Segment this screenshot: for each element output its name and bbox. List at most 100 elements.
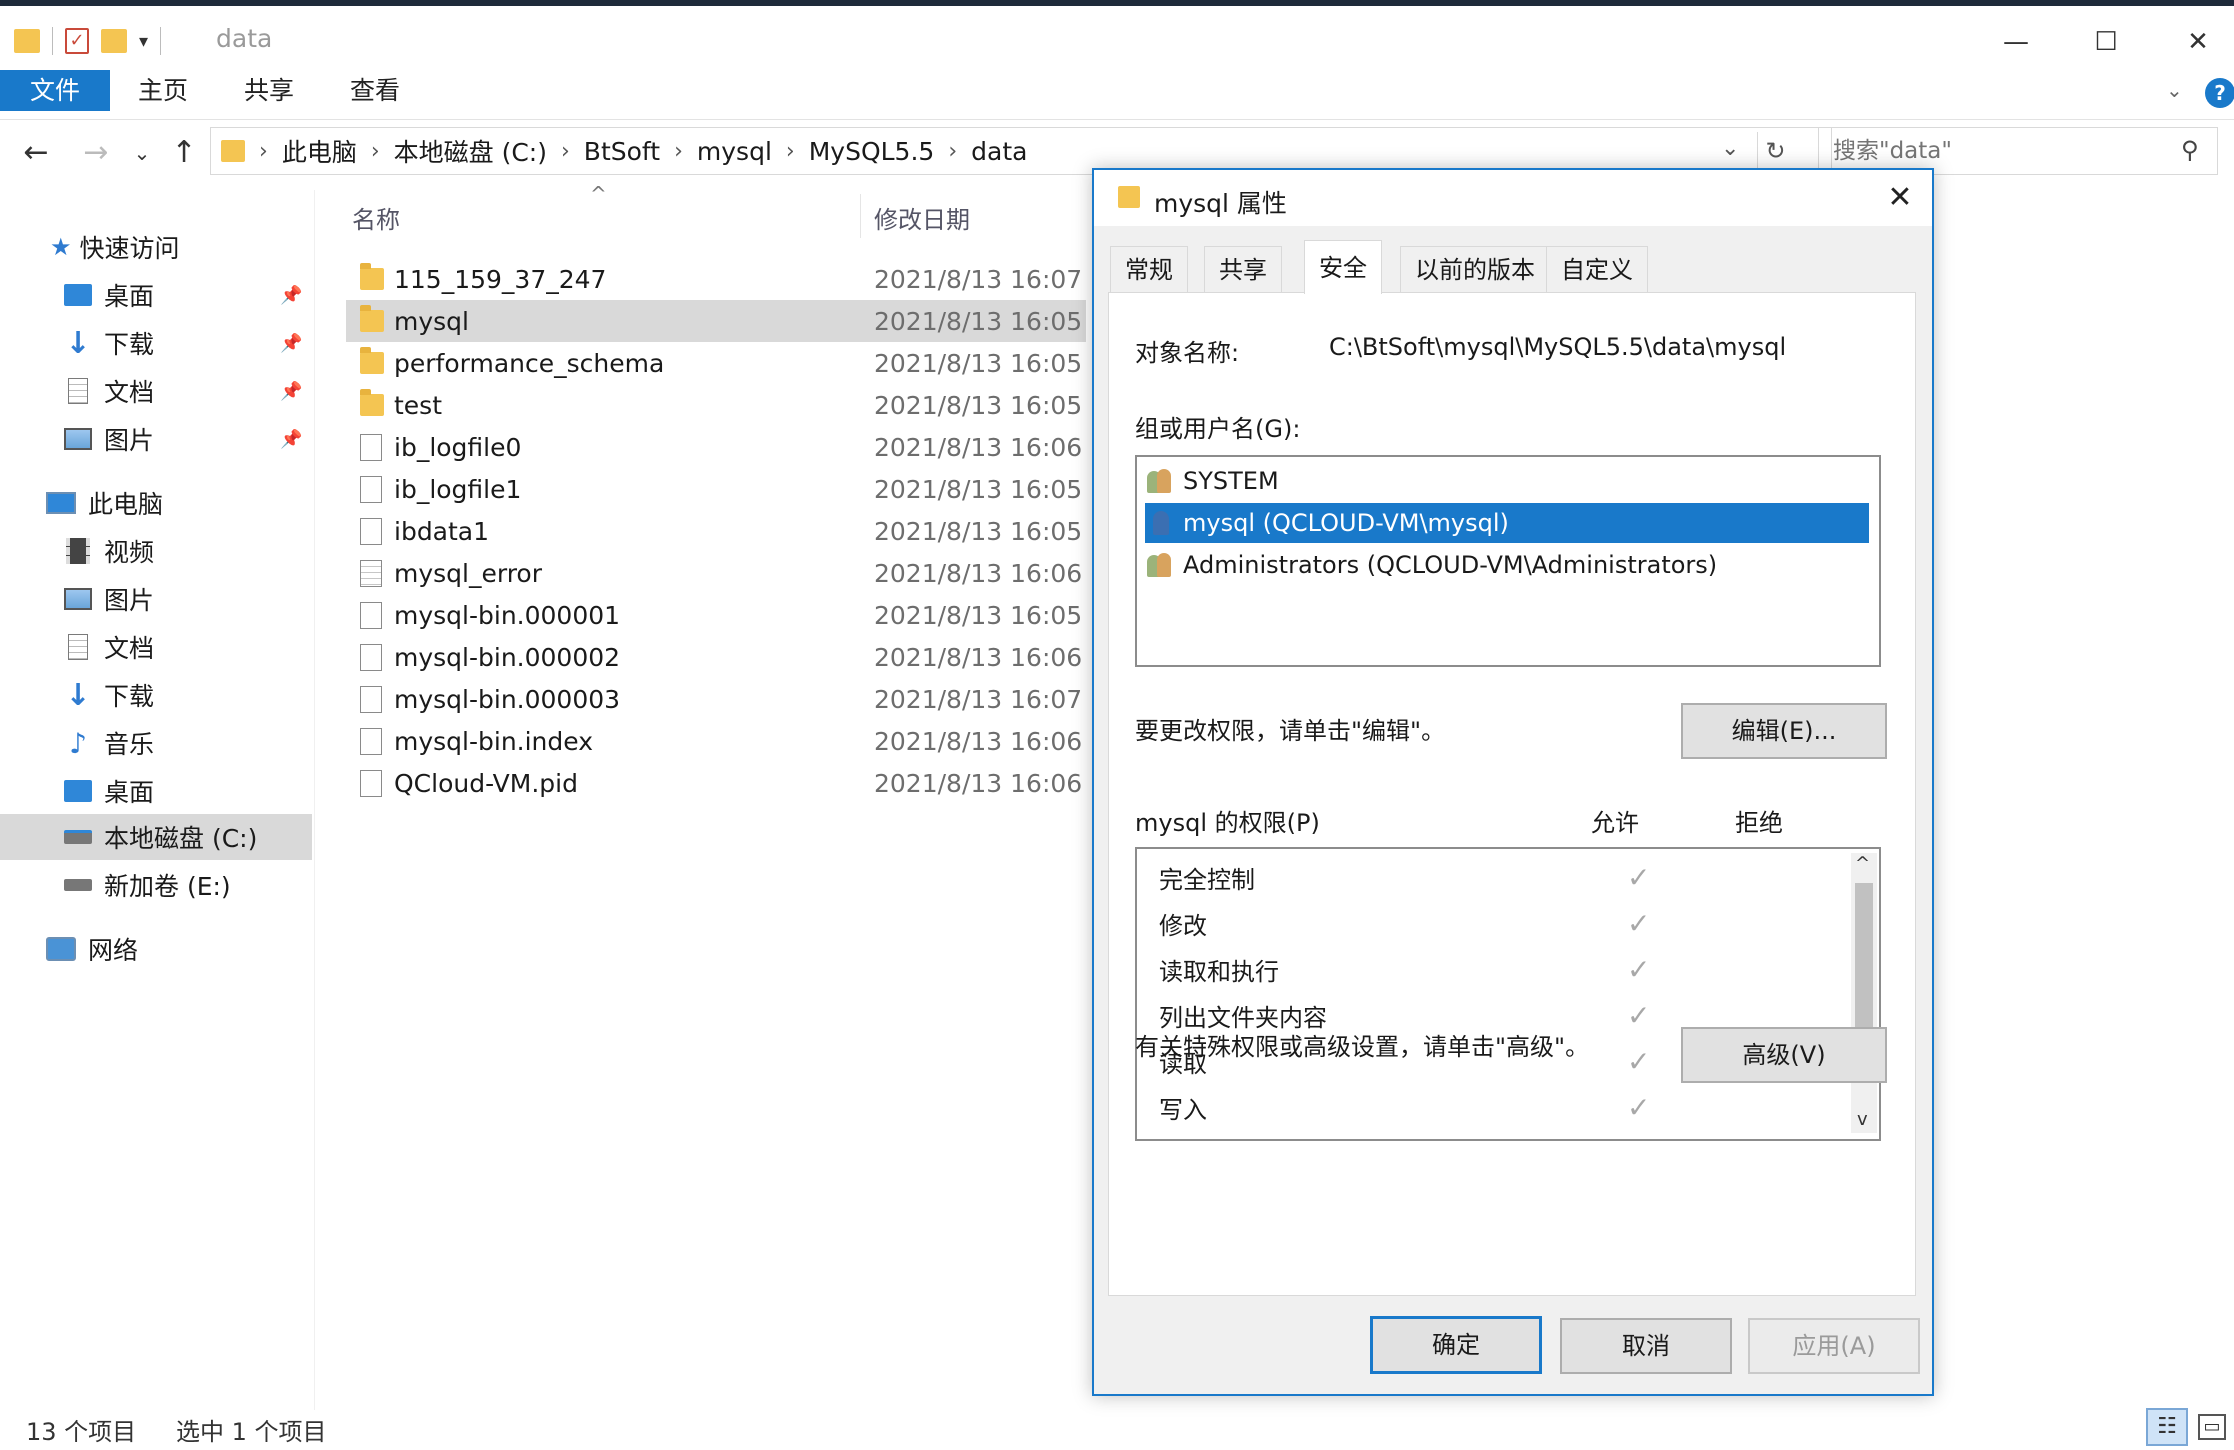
pin-icon[interactable]: 📌 bbox=[280, 429, 302, 450]
principal-name: mysql (QCLOUD-VM\mysql) bbox=[1183, 509, 1509, 537]
tab-customize[interactable]: 自定义 bbox=[1546, 246, 1648, 292]
file-row[interactable]: mysql-bin.000001 2021/8/13 16:05 bbox=[346, 594, 1086, 636]
file-icon bbox=[360, 685, 382, 713]
breadcrumb-separator[interactable]: › bbox=[561, 139, 570, 164]
search-input[interactable] bbox=[1833, 138, 2153, 164]
permission-row: 写入 ✓ bbox=[1159, 1085, 1849, 1129]
customize-dropdown-icon[interactable]: ▾ bbox=[139, 31, 148, 52]
tab-view[interactable]: 查看 bbox=[350, 70, 400, 111]
advanced-button[interactable]: 高级(V) bbox=[1681, 1027, 1887, 1083]
nav-quick-access[interactable]: ★ 快速访问 bbox=[0, 224, 312, 270]
permissions-scrollbar[interactable]: ^ v bbox=[1851, 853, 1877, 1133]
back-button[interactable]: ← bbox=[18, 134, 54, 172]
scroll-up-icon[interactable]: ^ bbox=[1855, 853, 1870, 874]
dialog-close-button[interactable]: ✕ bbox=[1878, 176, 1922, 220]
nav-new-volume-e[interactable]: 新加卷 (E:) bbox=[0, 862, 312, 908]
nav-this-pc[interactable]: 此电脑 bbox=[0, 480, 312, 526]
tab-home[interactable]: 主页 bbox=[138, 70, 188, 111]
new-folder-icon[interactable] bbox=[101, 29, 127, 53]
document-icon bbox=[68, 378, 88, 404]
details-view-icon[interactable]: ☷ bbox=[2146, 1408, 2188, 1446]
file-row[interactable]: 115_159_37_247 2021/8/13 16:07 bbox=[346, 258, 1086, 300]
breadcrumb-data[interactable]: data bbox=[971, 137, 1027, 166]
properties-icon[interactable]: ✓ bbox=[65, 28, 89, 54]
principal-item[interactable]: Administrators (QCLOUD-VM\Administrators… bbox=[1145, 545, 1869, 585]
nav-network[interactable]: 网络 bbox=[0, 926, 312, 972]
tab-share[interactable]: 共享 bbox=[244, 70, 294, 111]
recent-locations-button[interactable]: ⌄ bbox=[130, 134, 154, 172]
nav-videos[interactable]: 视频 bbox=[0, 528, 312, 574]
ribbon-expand-icon[interactable]: ⌄ bbox=[2166, 78, 2183, 102]
pin-icon[interactable]: 📌 bbox=[280, 381, 302, 402]
file-row[interactable]: test 2021/8/13 16:05 bbox=[346, 384, 1086, 426]
nav-documents[interactable]: 文档 📌 bbox=[0, 368, 312, 414]
file-row[interactable]: mysql 2021/8/13 16:05 bbox=[346, 300, 1086, 342]
nav-label: 图片 bbox=[104, 426, 155, 455]
file-row[interactable]: ibdata1 2021/8/13 16:05 bbox=[346, 510, 1086, 552]
file-row[interactable]: ib_logfile0 2021/8/13 16:06 bbox=[346, 426, 1086, 468]
help-button[interactable]: ? bbox=[2205, 78, 2234, 108]
breadcrumb-mysql[interactable]: mysql bbox=[697, 137, 772, 166]
breadcrumb-separator[interactable]: › bbox=[674, 139, 683, 164]
principals-listbox[interactable]: SYSTEM mysql (QCLOUD-VM\mysql) Administr… bbox=[1135, 455, 1881, 667]
breadcrumb-btsoft[interactable]: BtSoft bbox=[584, 137, 660, 166]
nav-downloads[interactable]: ↓ 下载 📌 bbox=[0, 320, 312, 366]
file-row[interactable]: QCloud-VM.pid 2021/8/13 16:06 bbox=[346, 762, 1086, 804]
nav-pc-downloads[interactable]: ↓ 下载 bbox=[0, 672, 312, 718]
nav-music[interactable]: ♪ 音乐 bbox=[0, 720, 312, 766]
file-row[interactable]: mysql-bin.index 2021/8/13 16:06 bbox=[346, 720, 1086, 762]
file-row[interactable]: mysql-bin.000003 2021/8/13 16:07 bbox=[346, 678, 1086, 720]
breadcrumb-separator[interactable]: › bbox=[948, 139, 957, 164]
column-header-date[interactable]: 修改日期 bbox=[874, 200, 970, 235]
nav-pc-desktop[interactable]: 桌面 bbox=[0, 768, 312, 814]
nav-local-disk-c[interactable]: 本地磁盘 (C:) bbox=[0, 814, 312, 860]
breadcrumb-separator[interactable]: › bbox=[786, 139, 795, 164]
column-header-name[interactable]: 名称 bbox=[352, 200, 400, 235]
nav-pictures[interactable]: 图片 📌 bbox=[0, 416, 312, 462]
pin-icon[interactable]: 📌 bbox=[280, 333, 302, 354]
search-icon[interactable]: ⚲ bbox=[2181, 136, 2199, 164]
tab-sharing[interactable]: 共享 bbox=[1204, 246, 1282, 292]
edit-button[interactable]: 编辑(E)... bbox=[1681, 703, 1887, 759]
column-divider[interactable] bbox=[860, 194, 861, 238]
tab-security[interactable]: 安全 bbox=[1304, 240, 1382, 294]
file-name: mysql bbox=[394, 306, 469, 336]
apply-button[interactable]: 应用(A) bbox=[1748, 1318, 1920, 1374]
principal-item[interactable]: mysql (QCLOUD-VM\mysql) bbox=[1145, 503, 1869, 543]
nav-pc-documents[interactable]: 文档 bbox=[0, 624, 312, 670]
up-button[interactable]: ↑ bbox=[166, 134, 202, 172]
file-row[interactable]: mysql_error 2021/8/13 16:06 bbox=[346, 552, 1086, 594]
tab-general[interactable]: 常规 bbox=[1110, 246, 1188, 292]
tab-file[interactable]: 文件 bbox=[0, 70, 110, 111]
nav-desktop[interactable]: 桌面 📌 bbox=[0, 272, 312, 318]
minimize-button[interactable]: — bbox=[1994, 20, 2038, 64]
window-title: data bbox=[216, 24, 273, 53]
principal-item[interactable]: SYSTEM bbox=[1145, 461, 1869, 501]
breadcrumb-mysql55[interactable]: MySQL5.5 bbox=[809, 137, 935, 166]
cancel-button[interactable]: 取消 bbox=[1560, 1318, 1732, 1374]
file-row[interactable]: performance_schema 2021/8/13 16:05 bbox=[346, 342, 1086, 384]
breadcrumb-this-pc[interactable]: 此电脑 bbox=[282, 133, 357, 169]
maximize-button[interactable]: ☐ bbox=[2084, 20, 2128, 64]
ok-button[interactable]: 确定 bbox=[1370, 1316, 1542, 1374]
nav-label: 桌面 bbox=[104, 282, 155, 311]
pin-icon[interactable]: 📌 bbox=[280, 285, 302, 306]
refresh-icon[interactable]: ↻ bbox=[1757, 132, 1793, 170]
address-dropdown-icon[interactable]: ⌄ bbox=[1721, 136, 1739, 161]
file-row[interactable]: mysql-bin.000002 2021/8/13 16:06 bbox=[346, 636, 1086, 678]
folder-icon[interactable] bbox=[14, 29, 40, 53]
close-button[interactable]: ✕ bbox=[2176, 20, 2220, 64]
permissions-listbox[interactable]: 完全控制 ✓ 修改 ✓ 读取和执行 ✓ 列出文件夹内容 ✓ 读取 ✓ 写入 ✓ bbox=[1135, 847, 1881, 1141]
file-name: test bbox=[394, 390, 443, 420]
nav-pc-pictures[interactable]: 图片 bbox=[0, 576, 312, 622]
breadcrumb-separator[interactable]: › bbox=[371, 139, 380, 164]
file-row[interactable]: ib_logfile1 2021/8/13 16:05 bbox=[346, 468, 1086, 510]
file-date: 2021/8/13 16:06 bbox=[874, 726, 1083, 756]
breadcrumb-local-disk[interactable]: 本地磁盘 (C:) bbox=[394, 133, 547, 169]
large-icons-view-icon[interactable]: ▭ bbox=[2198, 1414, 2226, 1440]
principal-name: Administrators (QCLOUD-VM\Administrators… bbox=[1183, 551, 1718, 579]
allow-check-icon: ✓ bbox=[1627, 998, 1651, 1032]
tab-previous-versions[interactable]: 以前的版本 bbox=[1400, 246, 1550, 292]
scroll-down-icon[interactable]: v bbox=[1857, 1109, 1868, 1130]
forward-button[interactable]: → bbox=[78, 134, 114, 172]
